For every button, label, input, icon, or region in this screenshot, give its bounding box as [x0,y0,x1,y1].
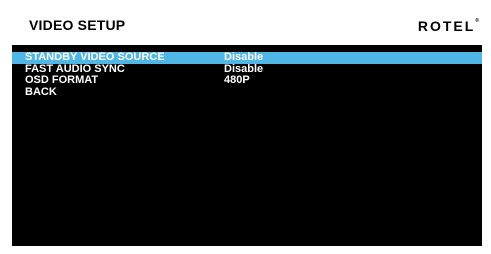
brand-name: ROTEL [417,18,476,34]
menu-item-value: 480P [224,74,250,86]
osd-screen: VIDEO SETUP ROTEL® STANDBY VIDEO SOURCE … [12,8,482,246]
menu-item-standby-video-source[interactable]: STANDBY VIDEO SOURCE Disable [12,51,482,64]
trademark-mark: ® [475,18,479,24]
menu-item-value: Disable [224,51,264,63]
menu-item-back[interactable]: BACK [12,85,482,99]
menu-item-label: OSD FORMAT [25,74,99,86]
menu-item-label: STANDBY VIDEO SOURCE [25,51,165,63]
page-title: VIDEO SETUP [29,17,126,33]
brand-logo: ROTEL® [418,18,479,34]
osd-header: VIDEO SETUP ROTEL® [12,8,482,45]
setup-menu: STANDBY VIDEO SOURCE Disable FAST AUDIO … [12,51,482,99]
menu-item-label: BACK [25,85,57,98]
menu-item-osd-format[interactable]: OSD FORMAT 480P [12,74,482,87]
